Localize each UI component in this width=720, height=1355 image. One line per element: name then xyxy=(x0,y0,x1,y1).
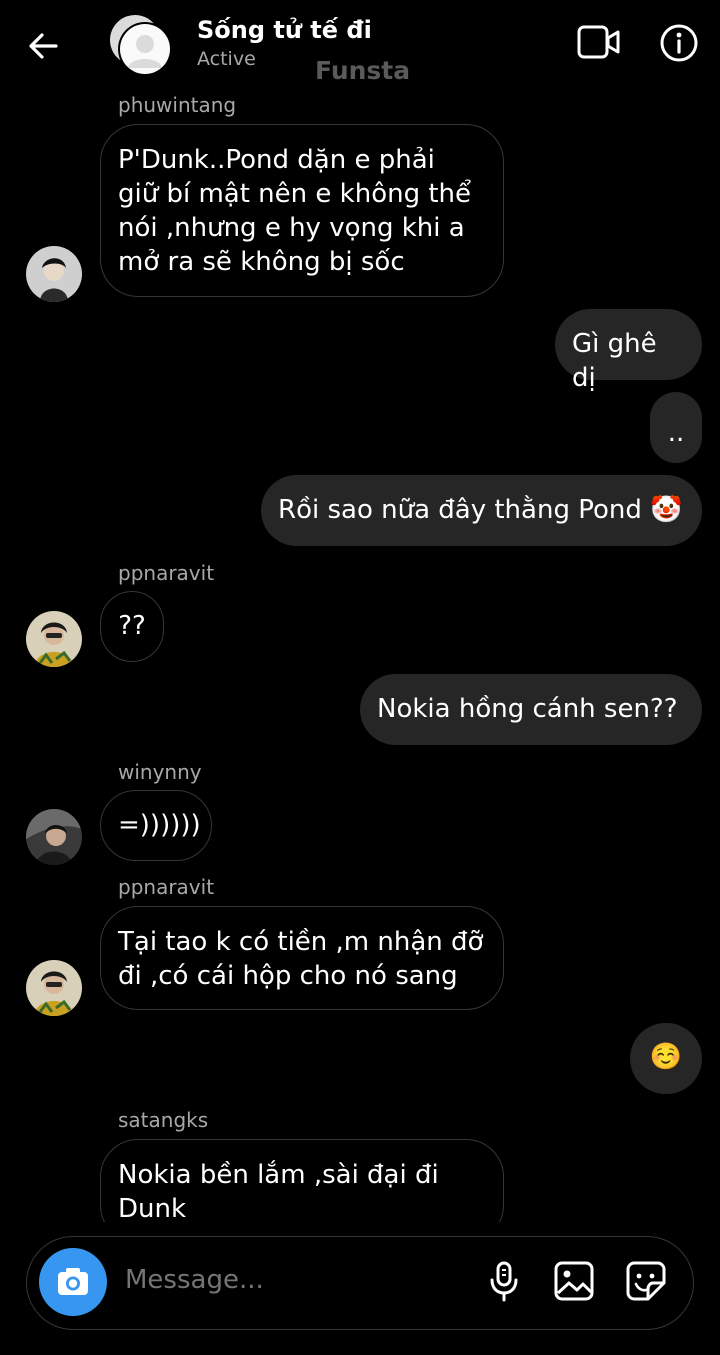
thread-clip xyxy=(0,1222,720,1236)
gallery-icon[interactable] xyxy=(552,1259,596,1303)
message-line: giữ bí mật nên e không thể xyxy=(118,179,472,209)
message-composer xyxy=(26,1236,694,1330)
message-text: Rồi sao nữa đây thằng Pond 🤡 xyxy=(278,495,683,525)
message-text: ☺️ xyxy=(649,1042,683,1072)
sender-name: winynny xyxy=(118,760,202,784)
message-bubble[interactable]: ?? xyxy=(100,591,164,662)
message-bubble[interactable]: P'Dunk..Pond dặn e phải giữ bí mật nên e… xyxy=(100,124,504,297)
message-line: nói ,nhưng e hy vọng khi a xyxy=(118,213,465,243)
message-bubble[interactable]: Gì ghê dị xyxy=(555,309,702,393)
chat-header: Sống tử tế đi Active Funsta xyxy=(0,0,720,92)
message-bubble[interactable]: =)))))) xyxy=(100,790,212,861)
message-bubble[interactable]: .. xyxy=(650,392,702,463)
camera-icon xyxy=(58,1268,88,1295)
message-line: Dunk xyxy=(118,1194,187,1224)
avatar[interactable] xyxy=(26,246,82,302)
chat-title[interactable]: Sống tử tế đi xyxy=(197,16,372,44)
message-line: P'Dunk..Pond dặn e phải xyxy=(118,145,435,175)
camera-button[interactable] xyxy=(39,1248,107,1316)
sender-name: ppnaravit xyxy=(118,561,215,585)
microphone-icon[interactable] xyxy=(482,1259,526,1303)
message-line: Tại tao k có tiền ,m nhận đỡ xyxy=(118,927,484,957)
sender-name: ppnaravit xyxy=(118,875,215,899)
sender-name: phuwintang xyxy=(118,93,237,117)
active-status: Active xyxy=(197,48,256,70)
avatar[interactable] xyxy=(26,611,82,667)
message-text: ?? xyxy=(118,611,146,641)
watermark: Funsta xyxy=(315,56,411,85)
message-text: .. xyxy=(667,418,685,448)
message-text: Nokia hồng cánh sen?? xyxy=(377,694,678,724)
group-avatar-front[interactable] xyxy=(118,22,172,76)
message-line: đi ,có cái hộp cho nó sang xyxy=(118,961,458,991)
message-bubble[interactable]: Nokia hồng cánh sen?? xyxy=(360,674,702,745)
message-bubble[interactable]: Tại tao k có tiền ,m nhận đỡ đi ,có cái … xyxy=(100,906,504,1010)
message-bubble[interactable]: ☺️ xyxy=(630,1023,702,1094)
message-line: mở ra sẽ không bị sốc xyxy=(118,247,405,277)
video-call-icon[interactable] xyxy=(577,24,621,60)
avatar[interactable] xyxy=(26,809,82,865)
avatar[interactable] xyxy=(26,960,82,1016)
sender-name: satangks xyxy=(118,1108,209,1132)
message-text: Gì ghê dị xyxy=(572,329,657,393)
info-icon[interactable] xyxy=(659,23,699,63)
back-arrow-icon[interactable] xyxy=(26,28,62,64)
message-line: Nokia bền lắm ,sài đại đi xyxy=(118,1160,439,1190)
message-text: =)))))) xyxy=(118,810,201,840)
sticker-icon[interactable] xyxy=(624,1259,668,1303)
message-input[interactable] xyxy=(125,1265,455,1295)
message-bubble[interactable]: Rồi sao nữa đây thằng Pond 🤡 xyxy=(261,475,702,546)
